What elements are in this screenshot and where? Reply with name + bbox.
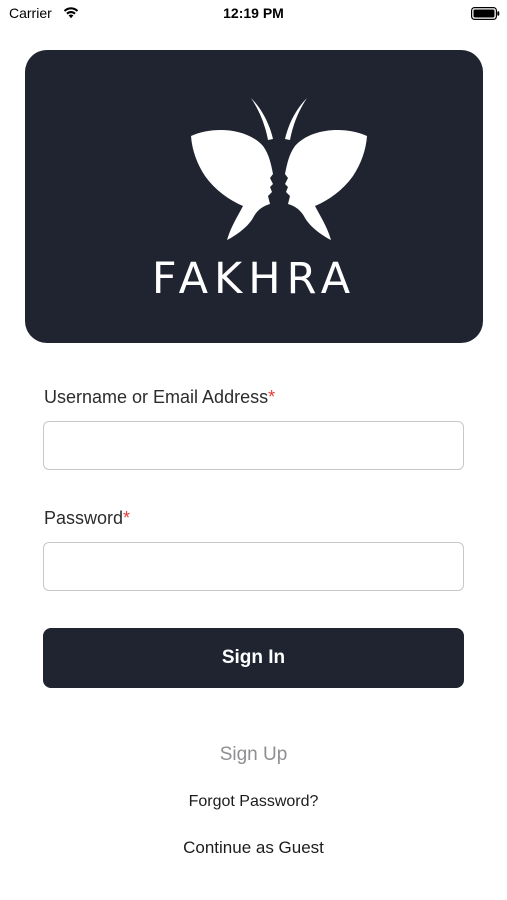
password-input[interactable]: [43, 542, 464, 591]
username-input[interactable]: [43, 421, 464, 470]
logo-card: FAKHRA: [25, 50, 483, 343]
sign-up-link[interactable]: Sign Up: [0, 744, 507, 766]
username-label: Username or Email Address*: [44, 387, 275, 408]
required-asterisk: *: [268, 387, 276, 407]
sign-in-button[interactable]: Sign In: [43, 628, 464, 688]
status-bar: Carrier 12:19 PM: [0, 0, 507, 28]
login-screen: Carrier 12:19 PM FAKHRA Username or Emai…: [0, 0, 507, 900]
brand-wordmark: FAKHRA: [151, 254, 357, 304]
battery-icon: [471, 7, 500, 20]
butterfly-logo-icon: [191, 98, 367, 240]
username-label-text: Username or Email Address: [44, 387, 269, 407]
forgot-password-link[interactable]: Forgot Password?: [0, 793, 507, 811]
status-time: 12:19 PM: [223, 5, 284, 21]
password-label: Password*: [44, 508, 130, 529]
password-label-text: Password: [44, 508, 124, 528]
continue-as-guest-link[interactable]: Continue as Guest: [0, 838, 507, 858]
required-asterisk: *: [123, 508, 131, 528]
